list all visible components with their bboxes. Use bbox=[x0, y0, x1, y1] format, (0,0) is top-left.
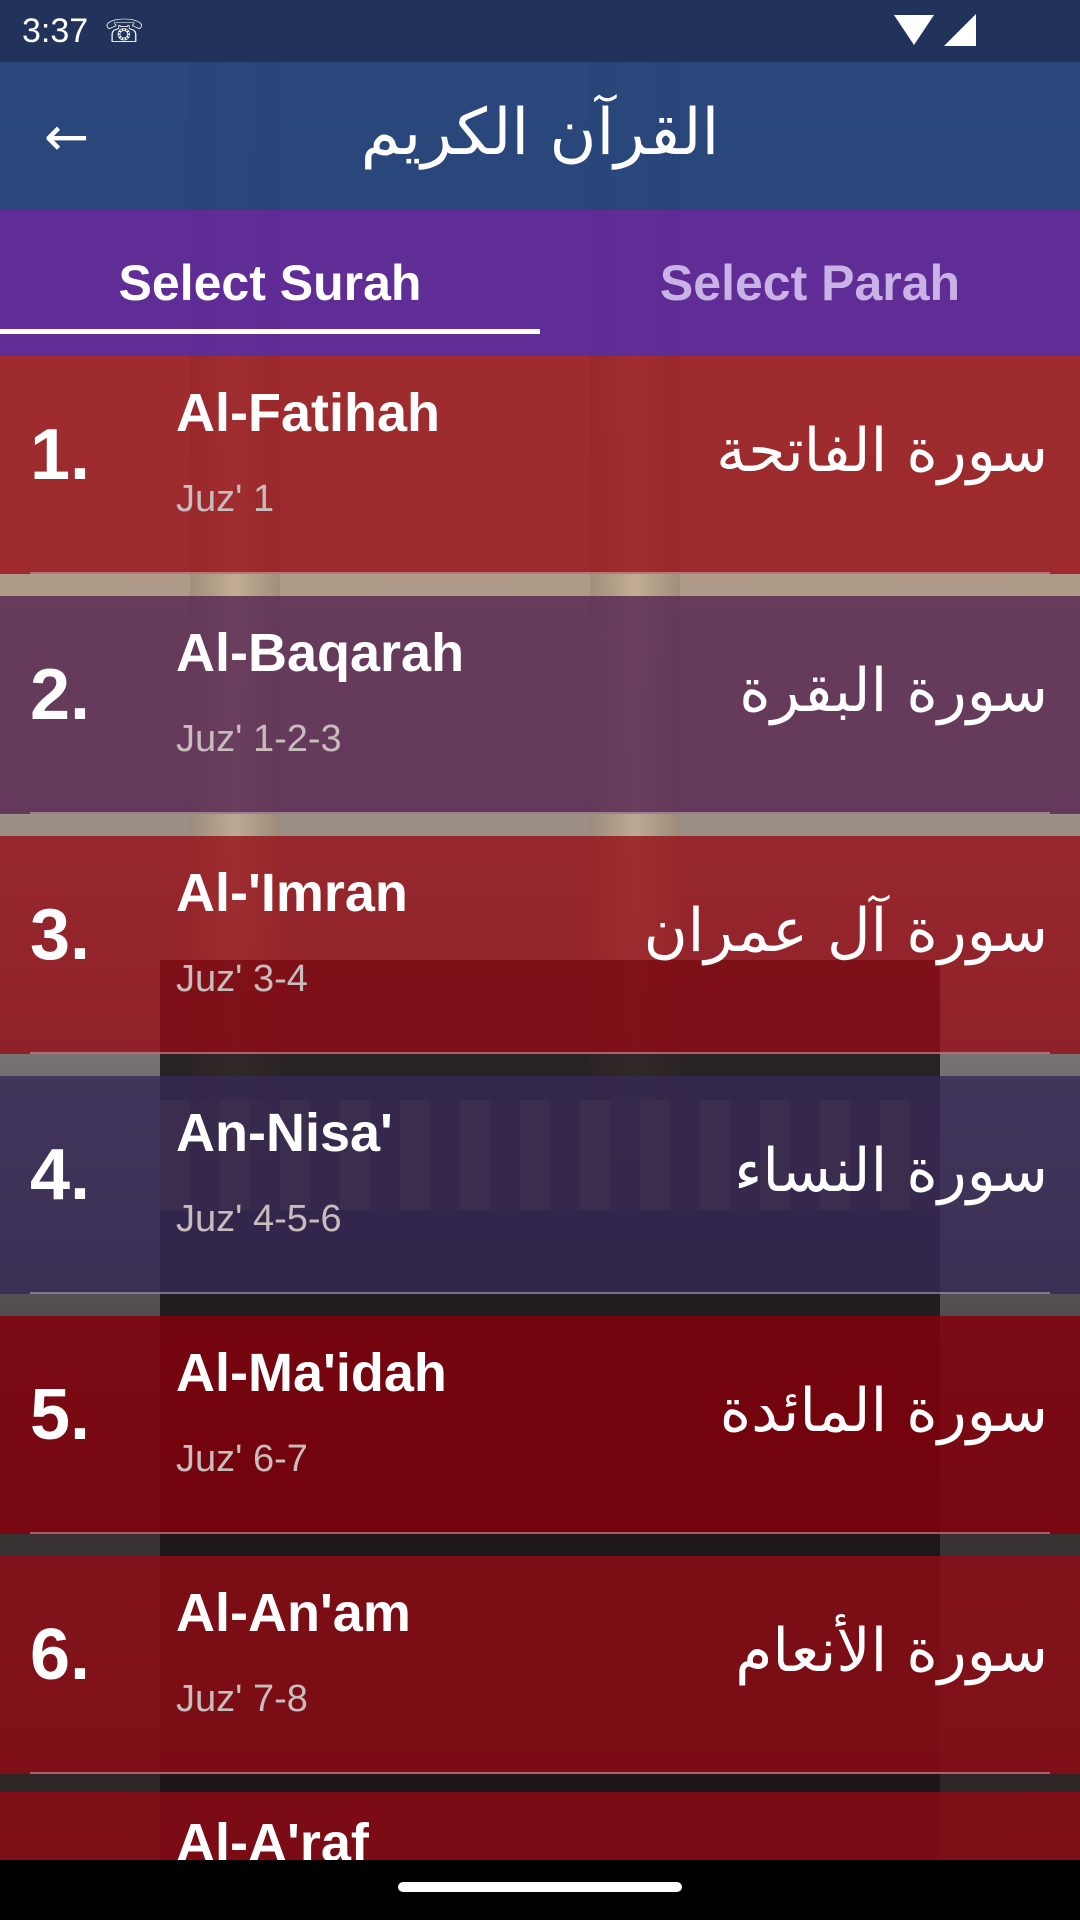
surah-english-name: Al-A'raf bbox=[176, 1813, 369, 1860]
surah-number: 2. bbox=[30, 655, 91, 735]
surah-arabic-name: سورة الأنعام bbox=[735, 1616, 1048, 1686]
home-gesture-handle[interactable] bbox=[398, 1882, 682, 1892]
navigation-bar bbox=[0, 1860, 1080, 1920]
row-divider bbox=[30, 572, 1050, 574]
surah-row-7[interactable]: Al-A'raf bbox=[0, 1792, 1080, 1860]
surah-english-name: Al-Ma'idah bbox=[176, 1343, 447, 1403]
row-divider bbox=[30, 1772, 1050, 1774]
tab-select-parah[interactable]: Select Parah bbox=[540, 210, 1080, 356]
surah-english-name: An-Nisa' bbox=[176, 1103, 393, 1163]
missed-call-icon: ☏ bbox=[104, 12, 145, 50]
surah-number: 6. bbox=[30, 1615, 91, 1695]
surah-english-name: Al-'Imran bbox=[176, 863, 408, 923]
surah-juz: Juz' 3-4 bbox=[176, 958, 308, 1000]
surah-number: 3. bbox=[30, 895, 91, 975]
row-divider bbox=[30, 812, 1050, 814]
row-divider bbox=[30, 1052, 1050, 1054]
surah-juz: Juz' 4-5-6 bbox=[176, 1198, 342, 1240]
surah-number: 1. bbox=[30, 415, 91, 495]
surah-number: 4. bbox=[30, 1135, 91, 1215]
row-divider bbox=[30, 1532, 1050, 1534]
surah-juz: Juz' 7-8 bbox=[176, 1678, 308, 1720]
surah-row-1[interactable]: 1. Al-Fatihah Juz' 1 سورة الفاتحة bbox=[0, 356, 1080, 574]
app-bar: ← القرآن الكريم bbox=[0, 62, 1080, 210]
surah-arabic-name: سورة المائدة bbox=[719, 1376, 1048, 1446]
surah-row-3[interactable]: 3. Al-'Imran Juz' 3-4 سورة آل عمران bbox=[0, 836, 1080, 1054]
surah-number: 5. bbox=[30, 1375, 91, 1455]
surah-english-name: Al-An'am bbox=[176, 1583, 411, 1643]
tab-bar: Select Surah Select Parah bbox=[0, 210, 1080, 356]
surah-arabic-name: سورة النساء bbox=[734, 1136, 1048, 1206]
surah-row-6[interactable]: 6. Al-An'am Juz' 7-8 سورة الأنعام bbox=[0, 1556, 1080, 1774]
status-time: 3:37 bbox=[22, 11, 89, 50]
status-bar: 3:37 ☏ bbox=[0, 0, 1080, 62]
tab-label: Select Parah bbox=[659, 255, 961, 311]
surah-row-2[interactable]: 2. Al-Baqarah Juz' 1-2-3 سورة البقرة bbox=[0, 596, 1080, 814]
wifi-icon bbox=[894, 15, 934, 45]
surah-arabic-name: سورة البقرة bbox=[739, 656, 1048, 726]
surah-arabic-name: سورة آل عمران bbox=[643, 896, 1048, 966]
surah-english-name: Al-Baqarah bbox=[176, 623, 465, 683]
surah-juz: Juz' 1-2-3 bbox=[176, 718, 342, 760]
selected-tab-indicator bbox=[0, 329, 540, 334]
surah-arabic-name: سورة الفاتحة bbox=[716, 416, 1048, 486]
surah-row-5[interactable]: 5. Al-Ma'idah Juz' 6-7 سورة المائدة bbox=[0, 1316, 1080, 1534]
page-title: القرآن الكريم bbox=[360, 96, 720, 170]
tab-select-surah[interactable]: Select Surah bbox=[0, 210, 540, 356]
tab-label: Select Surah bbox=[118, 255, 422, 311]
cell-signal-icon bbox=[944, 14, 976, 46]
surah-juz: Juz' 1 bbox=[176, 478, 275, 520]
surah-juz: Juz' 6-7 bbox=[176, 1438, 308, 1480]
surah-english-name: Al-Fatihah bbox=[176, 383, 440, 443]
surah-list[interactable]: 1. Al-Fatihah Juz' 1 سورة الفاتحة 2. Al-… bbox=[0, 356, 1080, 1860]
row-divider bbox=[30, 1292, 1050, 1294]
surah-row-4[interactable]: 4. An-Nisa' Juz' 4-5-6 سورة النساء bbox=[0, 1076, 1080, 1294]
